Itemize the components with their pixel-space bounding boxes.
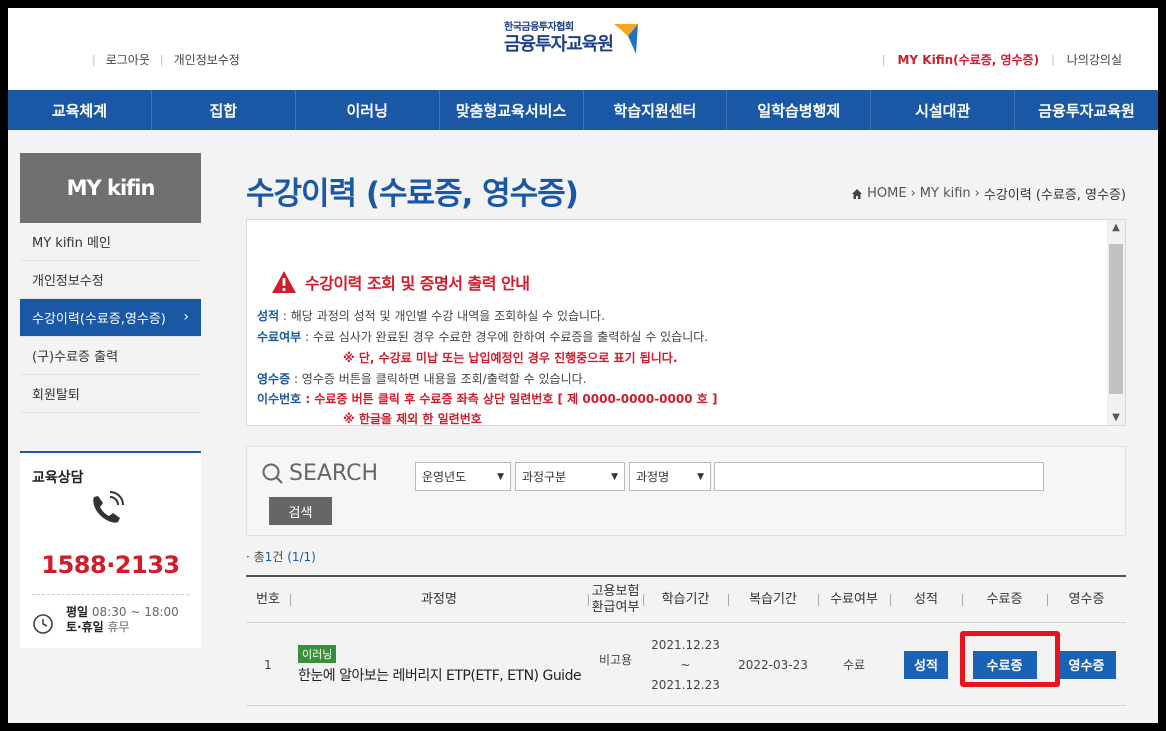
top-header: | 로그아웃 | 개인정보수정 한국금융투자협회 금융투자교육원 | MY Ki… [8,8,1158,90]
notice-scrollbar[interactable]: ▲ ▼ [1107,220,1125,425]
col-no: 번호 [256,592,280,607]
notice-line-receipt: 영수증 : 영수증 버튼을 클릭하면 내용을 조회/출력할 수 있습니다. [257,372,587,386]
logout-link[interactable]: 로그아웃 [106,51,150,68]
notice-line-grade: 성적 : 해당 과정의 성적 및 개인별 수강 내역을 조회하실 수 있습니다. [257,309,605,323]
col-course: 과정명 [421,592,457,607]
chevron-down-icon: ▼ [697,471,704,482]
course-type-select[interactable]: 과정구분 ▼ [515,462,625,491]
sidebar: MY kifin MY kifin 메인 개인정보수정 수강이력(수료증,영수증… [20,153,201,413]
breadcrumb-mykifin[interactable]: MY kifin [920,186,971,201]
scroll-up-icon[interactable]: ▲ [1107,222,1125,233]
utility-links-right: | MY Kifin(수료증, 영수증) | 나의강의실 [881,51,1122,68]
row-course[interactable]: 이러닝 한눈에 알아보는 레버리지 ETP(ETF, ETN) Guide [290,623,588,706]
sidebar-item-main[interactable]: MY kifin 메인 [20,223,201,261]
breadcrumb-home[interactable]: HOME [867,186,906,201]
scroll-down-icon[interactable]: ▼ [1107,412,1125,423]
notice-line-serial-note: ※ 한글을 제외 한 일련번호 [343,412,482,426]
sidebar-item-label: 수강이력(수료증,영수증) [32,312,166,327]
sidebar-item-label: MY kifin 메인 [32,236,111,251]
nav-custom-service[interactable]: 맞춤형교육서비스 [440,90,584,130]
notice-header: 수강이력 조회 및 증명서 출력 안내 [271,270,530,294]
chevron-right-icon: › [183,309,189,325]
chevron-right-icon: › [974,186,980,201]
counsel-phone-number: 1588·2133 [41,551,180,579]
nav-classroom[interactable]: 집합 [152,90,296,130]
logo-mark-icon [614,24,638,54]
search-label: SEARCH [261,461,378,486]
site-logo[interactable]: 한국금융투자협회 금융투자교육원 [504,22,654,74]
main-nav: 교육체계 집합 이러닝 맞춤형교육서비스 학습지원센터 일학습병행제 시설대관 … [8,90,1158,130]
col-review: 복습기간 [749,592,797,607]
breadcrumb-current: 수강이력 (수료증, 영수증) [983,188,1126,203]
sidebar-item-history[interactable]: 수강이력(수료증,영수증) › [20,299,201,337]
sidebar-item-profile[interactable]: 개인정보수정 [20,261,201,299]
col-refund: 고용보험 환급여부 [591,584,640,615]
sidebar-item-withdraw[interactable]: 회원탈퇴 [20,375,201,413]
scroll-thumb[interactable] [1109,244,1123,394]
breadcrumb: HOME › MY kifin › 수강이력 (수료증, 영수증) [851,184,1126,203]
row-status: 수료 [842,658,866,672]
search-input[interactable] [714,462,1044,491]
chevron-down-icon: ▼ [497,471,504,482]
total-count: · 총1건 (1/1) [246,550,316,564]
search-button[interactable]: 검색 [269,497,332,525]
page-title: 수강이력 (수료증, 영수증) [246,176,579,212]
row-grade-cell: 성적 [890,623,962,706]
notice-box: 수강이력 조회 및 증명서 출력 안내 성적 : 해당 과정의 성적 및 개인별… [246,219,1126,426]
nav-learning-support[interactable]: 학습지원센터 [584,90,728,130]
notice-line-completion: 수료여부 : 수료 심사가 완료된 경우 수료한 경우에 한하여 수료증을 출력… [257,330,709,344]
sidebar-item-label: 개인정보수정 [32,274,104,289]
row-refund: 비고용 [598,653,633,667]
row-no: 1 [264,657,272,672]
search-icon [262,463,283,484]
notice-title: 수강이력 조회 및 증명서 출력 안내 [305,274,530,293]
nav-work-study[interactable]: 일학습병행제 [727,90,872,130]
browser-frame: | 로그아웃 | 개인정보수정 한국금융투자협회 금융투자교육원 | MY Ki… [8,8,1158,723]
grade-button[interactable]: 성적 [904,650,948,679]
my-classroom-link[interactable]: 나의강의실 [1067,51,1122,68]
course-title: 한눈에 알아보는 레버리지 ETP(ETF, ETN) Guide [298,667,582,684]
row-period: 2021.12.23 ~ 2021.12.23 [651,637,720,692]
home-icon [852,188,863,199]
nav-facility-rental[interactable]: 시설대관 [871,90,1016,130]
nav-institute[interactable]: 금융투자교육원 [1015,90,1158,130]
col-grade: 성적 [914,592,938,607]
col-cert: 수료증 [986,592,1023,607]
counsel-box: 교육상담 1588·2133 평일 08:30 ~ 18:00 토·휴일 휴무 [20,451,201,648]
course-name-select[interactable]: 과정명 ▼ [629,462,711,491]
divider [32,594,189,595]
col-receipt: 영수증 [1068,592,1105,607]
elearning-tag: 이러닝 [298,644,337,663]
chevron-down-icon: ▼ [611,471,618,482]
sidebar-title: MY kifin [20,153,201,223]
nav-education-system[interactable]: 교육체계 [8,90,152,130]
nav-elearning[interactable]: 이러닝 [296,90,440,130]
utility-links-left: | 로그아웃 | 개인정보수정 [92,51,240,68]
sidebar-item-label: 회원탈퇴 [32,388,80,403]
edit-profile-link[interactable]: 개인정보수정 [174,51,240,68]
highlight-box [960,631,1060,687]
table-header: 번호 과정명 고용보험 환급여부 학습기간 복습기간 수료여부 성적 수료증 영… [246,577,1126,623]
search-panel: SEARCH 운영년도 ▼ 과정구분 ▼ 과정명 ▼ 검색 [246,446,1126,536]
counsel-title: 교육상담 [32,470,84,486]
notice-line-serial: 이수번호 : 수료증 버튼 클릭 후 수료증 좌측 상단 일련번호 [ 제 00… [257,392,718,406]
row-review: 2022-03-23 [738,657,808,672]
sidebar-item-label: (구)수료증 출력 [32,350,119,365]
notice-line-completion-note: ※ 단, 수강료 미납 또는 납입예정인 경우 진행중으로 표기 됩니다. [343,351,678,365]
receipt-button[interactable]: 영수증 [1057,650,1116,679]
my-kifin-link[interactable]: MY Kifin(수료증, 영수증) [897,51,1039,68]
counsel-hours: 평일 08:30 ~ 18:00 토·휴일 휴무 [66,605,179,634]
clock-icon [33,614,53,634]
chevron-right-icon: › [910,186,916,201]
col-period: 학습기간 [661,592,710,607]
phone-icon [93,491,124,523]
warning-icon [272,271,296,293]
col-status: 수료여부 [830,592,878,607]
sidebar-item-old-cert[interactable]: (구)수료증 출력 [20,337,201,375]
year-select[interactable]: 운영년도 ▼ [415,462,511,491]
